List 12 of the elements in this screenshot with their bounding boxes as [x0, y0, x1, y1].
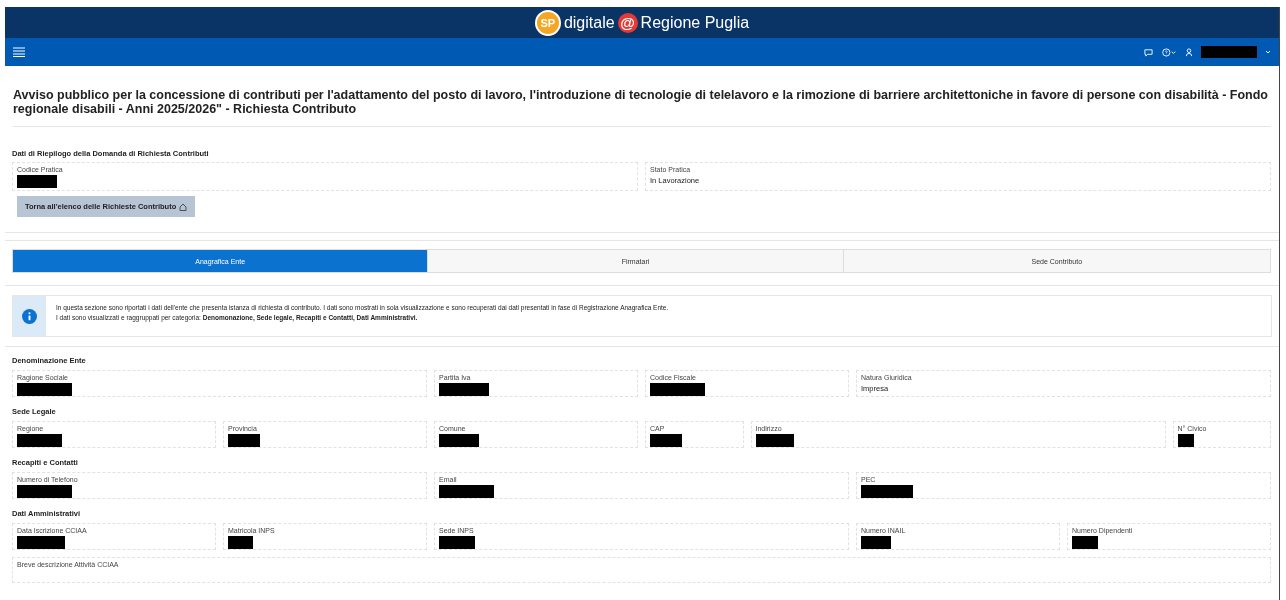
caret-icon[interactable] — [1265, 49, 1271, 55]
chat-icon[interactable] — [1144, 47, 1153, 57]
help-icon[interactable] — [1161, 47, 1177, 57]
brand-text: Regione Puglia — [640, 13, 750, 32]
home-icon — [179, 202, 188, 211]
brand-text: digitale — [563, 13, 615, 32]
page-title: Avviso pubblico per la concessione di contributi per l'adattamento del posto di lavoro, l'introduzione di tecnologie di telelavoro e la rimozione di barriere architettoniche in favore di persone con disabilità - Fondo regionale disabili - Anni 2025/2026" - Richiesta Contributo — [13, 88, 1271, 127]
menu-icon[interactable] — [13, 47, 25, 57]
info-icon — [22, 308, 37, 324]
brand-at: @ — [617, 12, 638, 33]
logo-mark: SP — [534, 9, 561, 36]
user-icon[interactable] — [1185, 47, 1193, 57]
